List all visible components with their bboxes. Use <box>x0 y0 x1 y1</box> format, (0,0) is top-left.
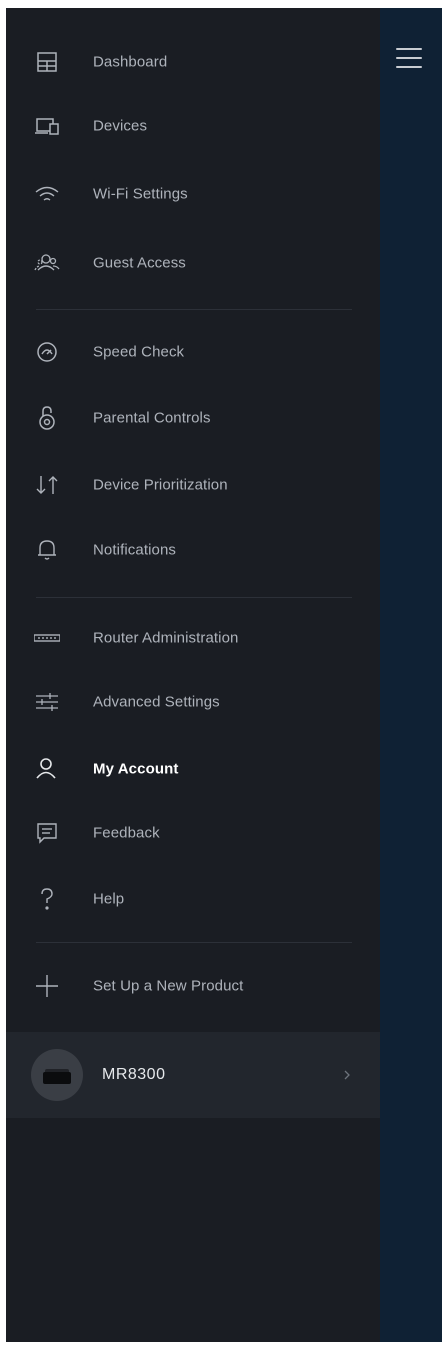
account-icon <box>32 754 62 784</box>
menu-item-wifi-settings[interactable]: Wi-Fi Settings <box>6 168 380 220</box>
devices-icon <box>32 111 62 141</box>
divider <box>36 309 352 310</box>
menu-item-label: Help <box>93 890 125 908</box>
menu-item-label: Router Administration <box>93 629 239 647</box>
menu-item-label: Devices <box>93 117 148 135</box>
menu-item-label: Device Prioritization <box>93 476 228 494</box>
divider <box>36 942 352 943</box>
menu-item-set-up-new-product[interactable]: Set Up a New Product <box>6 960 380 1012</box>
menu-item-help[interactable]: Help <box>6 873 380 925</box>
guest-access-icon <box>32 248 62 278</box>
sliders-icon <box>32 687 62 717</box>
menu-item-label: Parental Controls <box>93 409 211 427</box>
navigation-drawer: Dashboard Devices Wi-Fi Settings Guest A… <box>6 8 380 1342</box>
menu-item-label: Set Up a New Product <box>93 977 244 995</box>
menu-item-label: Guest Access <box>93 254 186 272</box>
menu-item-label: Feedback <box>93 824 160 842</box>
menu-item-parental-controls[interactable]: Parental Controls <box>6 392 380 444</box>
menu-item-router-administration[interactable]: Router Administration <box>6 612 380 664</box>
menu-item-device-prioritization[interactable]: Device Prioritization <box>6 459 380 511</box>
menu-item-devices[interactable]: Devices <box>6 100 380 152</box>
menu-item-label: My Account <box>93 760 179 778</box>
menu-item-advanced-settings[interactable]: Advanced Settings <box>6 676 380 728</box>
menu-item-label: Speed Check <box>93 343 185 361</box>
feedback-icon <box>32 818 62 848</box>
menu-item-notifications[interactable]: Notifications <box>6 524 380 576</box>
wifi-icon <box>32 179 62 209</box>
product-row[interactable]: MR8300 <box>6 1032 380 1118</box>
chevron-right-icon <box>344 1070 350 1080</box>
dashboard-icon <box>32 47 62 77</box>
menu-item-guest-access[interactable]: Guest Access <box>6 237 380 289</box>
menu-item-dashboard[interactable]: Dashboard <box>6 36 380 88</box>
divider <box>36 597 352 598</box>
help-icon <box>32 884 62 914</box>
menu-item-label: Dashboard <box>93 53 168 71</box>
device-prioritization-icon <box>32 470 62 500</box>
menu-item-speed-check[interactable]: Speed Check <box>6 326 380 378</box>
menu-item-feedback[interactable]: Feedback <box>6 807 380 859</box>
plus-icon <box>32 971 62 1001</box>
product-name: MR8300 <box>102 1066 166 1083</box>
parental-controls-icon <box>32 403 62 433</box>
menu-item-label: Wi-Fi Settings <box>93 185 188 203</box>
hamburger-menu-icon[interactable] <box>396 48 422 68</box>
app-frame: Dashboard Devices Wi-Fi Settings Guest A… <box>6 8 442 1342</box>
menu-item-my-account[interactable]: My Account <box>6 743 380 795</box>
router-icon <box>32 623 62 653</box>
router-image <box>31 1049 83 1101</box>
speed-check-icon <box>32 337 62 367</box>
menu-item-label: Advanced Settings <box>93 693 220 711</box>
menu-item-label: Notifications <box>93 541 177 559</box>
bell-icon <box>32 535 62 565</box>
